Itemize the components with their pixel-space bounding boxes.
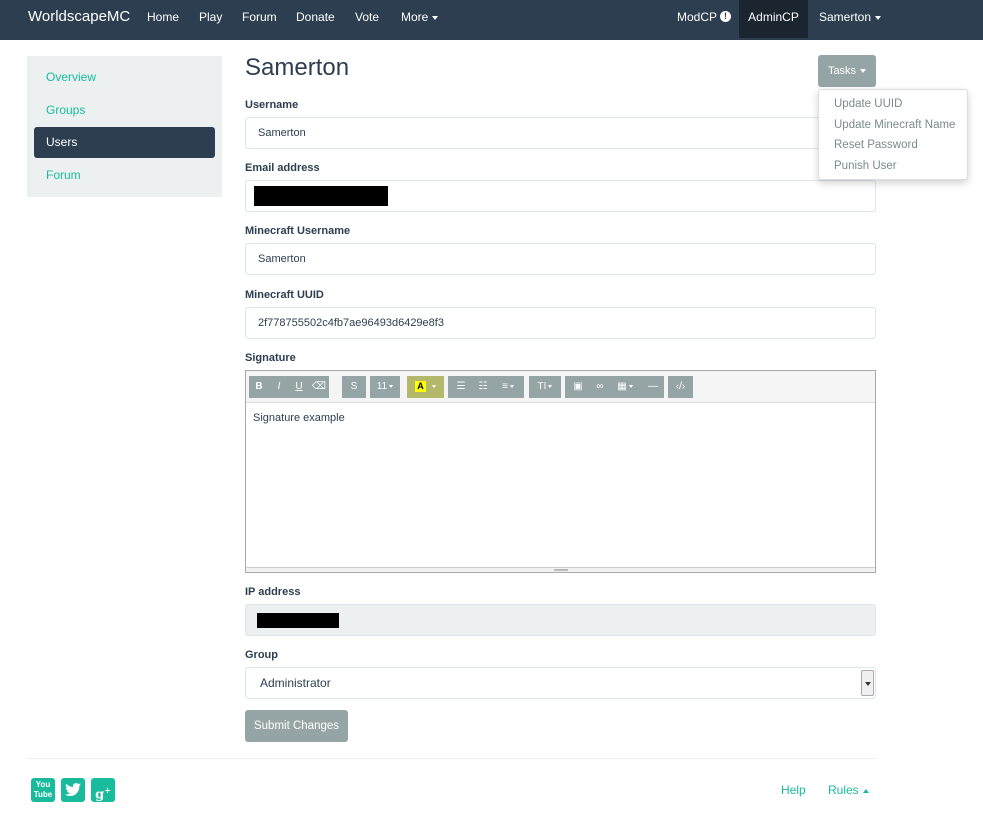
- nav-user-label: Samerton: [819, 10, 872, 24]
- footer-divider: [26, 758, 876, 759]
- tasks-label: Tasks: [827, 65, 857, 77]
- editor-resize-handle[interactable]: [246, 567, 875, 572]
- minecraft-username-field[interactable]: Samerton: [245, 243, 876, 275]
- align-dropdown-icon[interactable]: ≡: [494, 376, 522, 398]
- highlight-color-dropdown[interactable]: A: [407, 376, 444, 398]
- nav-home[interactable]: Home: [136, 0, 190, 38]
- footer-rules-label: Rules: [828, 783, 859, 797]
- email-field[interactable]: [245, 180, 876, 212]
- google-plus-icon[interactable]: g+: [91, 778, 115, 802]
- link-icon[interactable]: ∞: [589, 376, 611, 398]
- admin-sidebar: Overview Groups Users Forum: [27, 56, 222, 197]
- nav-user-dropdown[interactable]: Samerton: [808, 0, 892, 38]
- username-label: Username: [245, 99, 299, 111]
- twitter-bird-icon: [65, 783, 81, 796]
- eraser-icon[interactable]: ⌫: [309, 376, 329, 398]
- twitter-icon[interactable]: [61, 778, 85, 802]
- nav-play[interactable]: Play: [188, 0, 233, 38]
- chevron-down-icon: [432, 15, 439, 20]
- chevron-down-icon: [509, 384, 514, 388]
- nav-more-label: More: [401, 10, 429, 24]
- chevron-down-icon: [548, 384, 553, 388]
- menu-item-update-uuid[interactable]: Update UUID: [819, 94, 967, 115]
- page-title: Samerton: [245, 54, 350, 81]
- sidebar-item-groups[interactable]: Groups: [34, 95, 215, 126]
- minecraft-uuid-label: Minecraft UUID: [245, 289, 324, 301]
- ip-address-field: [245, 604, 876, 636]
- menu-item-update-minecraft-name[interactable]: Update Minecraft Name: [819, 115, 967, 136]
- redacted-ip: [257, 613, 339, 628]
- sidebar-item-users[interactable]: Users: [34, 127, 215, 158]
- editor-toolbar: B I U ⌫ S 11 A ☰ ☷ ≡ TI ▣ ∞ ▦ — ‹/›: [246, 371, 875, 403]
- grip-icon: [554, 569, 568, 571]
- bullet-list-icon[interactable]: ☰: [450, 376, 472, 398]
- submit-changes-button[interactable]: Submit Changes: [245, 710, 348, 742]
- sidebar-item-forum[interactable]: Forum: [34, 160, 215, 191]
- underline-icon[interactable]: U: [289, 376, 309, 398]
- code-view-icon[interactable]: ‹/›: [668, 376, 693, 398]
- horizontal-rule-icon[interactable]: —: [642, 376, 664, 398]
- tasks-dropdown-button[interactable]: Tasks: [818, 55, 876, 87]
- nav-admincp[interactable]: AdminCP: [739, 0, 808, 38]
- menu-item-punish-user[interactable]: Punish User: [819, 156, 967, 177]
- chevron-down-icon: [389, 384, 394, 388]
- chevron-down-icon: [628, 384, 633, 388]
- footer-help-link[interactable]: Help: [781, 783, 806, 797]
- chevron-up-icon: [862, 788, 869, 793]
- nav-more-dropdown[interactable]: More: [390, 0, 449, 38]
- nav-modcp-label: ModCP: [677, 10, 718, 24]
- nav-modcp[interactable]: ModCP!: [666, 0, 742, 38]
- font-size-value: 11: [376, 381, 388, 392]
- minecraft-username-label: Minecraft Username: [245, 225, 351, 237]
- menu-item-reset-password[interactable]: Reset Password: [819, 135, 967, 156]
- footer-rules-dropup[interactable]: Rules: [828, 783, 869, 797]
- signature-text[interactable]: Signature example: [253, 412, 345, 424]
- youtube-icon[interactable]: You Tube: [31, 778, 55, 802]
- alert-icon: !: [720, 11, 732, 23]
- top-navbar: WorldscapeMC Home Play Forum Donate Vote…: [0, 0, 983, 40]
- bold-icon[interactable]: B: [249, 376, 269, 398]
- select-arrow-icon: [861, 670, 874, 696]
- username-field[interactable]: Samerton: [245, 117, 876, 149]
- strikethrough-icon[interactable]: S: [342, 376, 366, 398]
- brand-logo[interactable]: WorldscapeMC: [28, 0, 130, 38]
- group-select[interactable]: Administrator: [245, 667, 876, 699]
- font-size-dropdown[interactable]: 11: [370, 376, 400, 398]
- chevron-down-icon: [860, 69, 867, 74]
- email-label: Email address: [245, 162, 320, 174]
- group-select-value: Administrator: [260, 676, 331, 690]
- highlight-icon: A: [415, 380, 426, 392]
- nav-forum[interactable]: Forum: [231, 0, 288, 38]
- table-dropdown-icon[interactable]: ▦: [611, 376, 639, 398]
- numbered-list-icon[interactable]: ☷: [472, 376, 494, 398]
- chevron-down-icon: [875, 15, 882, 20]
- ip-address-label: IP address: [245, 586, 301, 598]
- redacted-email: [254, 186, 388, 206]
- line-height-dropdown-icon[interactable]: TI: [529, 376, 561, 398]
- chevron-down-icon: [432, 384, 436, 388]
- italic-icon[interactable]: I: [269, 376, 289, 398]
- group-label: Group: [245, 649, 278, 661]
- minecraft-uuid-field[interactable]: 2f778755502c4fb7ae96493d6429e8f3: [245, 307, 876, 339]
- sidebar-item-overview[interactable]: Overview: [34, 62, 215, 93]
- nav-vote[interactable]: Vote: [344, 0, 390, 38]
- signature-editor: B I U ⌫ S 11 A ☰ ☷ ≡ TI ▣ ∞ ▦ — ‹/› Sign…: [245, 370, 876, 573]
- image-icon[interactable]: ▣: [567, 376, 589, 398]
- signature-label: Signature: [245, 352, 296, 364]
- nav-donate[interactable]: Donate: [285, 0, 346, 38]
- tasks-menu: Update UUID Update Minecraft Name Reset …: [818, 89, 968, 180]
